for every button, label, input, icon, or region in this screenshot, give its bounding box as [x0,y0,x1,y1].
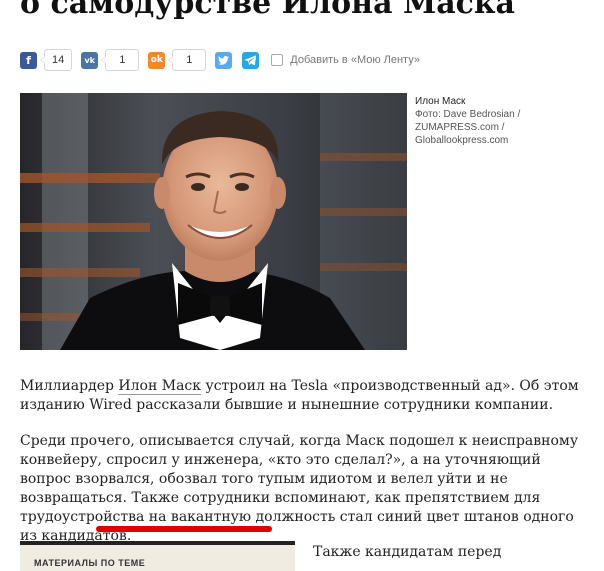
red-highlight-underline [96,526,272,532]
vk-share-button[interactable]: vk [81,51,99,69]
vk-icon: vk [84,55,96,65]
related-materials-box[interactable]: МАТЕРИАЛЫ ПО ТЕМЕ [20,541,295,571]
article-headline: о самодурстве Илона Маска [20,0,515,21]
caption-credit-line-2: ZUMAPRESS.com / [415,122,505,133]
vk-share-count: 1 [101,49,140,71]
photo-caption: Илон Маск Фото: Dave Bedrosian / ZUMAPRE… [415,95,595,147]
article-photo [20,93,407,350]
facebook-share-button[interactable]: f [20,51,37,69]
paragraph-3-start: Также кандидатам перед [313,544,502,560]
twitter-icon [218,55,230,65]
odnoklassniki-share-count: 1 [168,49,207,71]
favorite-checkbox[interactable] [271,54,284,66]
share-bar: f 14 vk 1 ok 1 Добавить в «Мою Ленту» [20,48,420,72]
caption-credit-line-3: Globallookpress.com [415,135,509,146]
caption-credit-line-1: Фото: Dave Bedrosian / [415,109,521,120]
favorite-label: Добавить в «Мою Ленту» [290,54,420,66]
paragraph-1-start: Миллиардер [20,378,119,394]
paragraph-1: Миллиардер Илон Маск устроил на Tesla «п… [20,377,580,415]
elon-musk-link[interactable]: Илон Маск [118,378,202,395]
telegram-icon [245,55,257,65]
facebook-share-count: 14 [39,49,73,71]
add-to-my-feed[interactable]: Добавить в «Мою Ленту» [271,54,420,66]
telegram-share-button[interactable] [242,51,260,69]
odnoklassniki-icon: ok [150,55,163,65]
facebook-icon: f [26,53,31,67]
caption-name: Илон Маск [415,96,466,107]
twitter-share-button[interactable] [215,51,233,69]
odnoklassniki-share-button[interactable]: ok [148,51,166,69]
portrait-image [20,93,407,350]
related-materials-label: МАТЕРИАЛЫ ПО ТЕМЕ [34,558,146,568]
